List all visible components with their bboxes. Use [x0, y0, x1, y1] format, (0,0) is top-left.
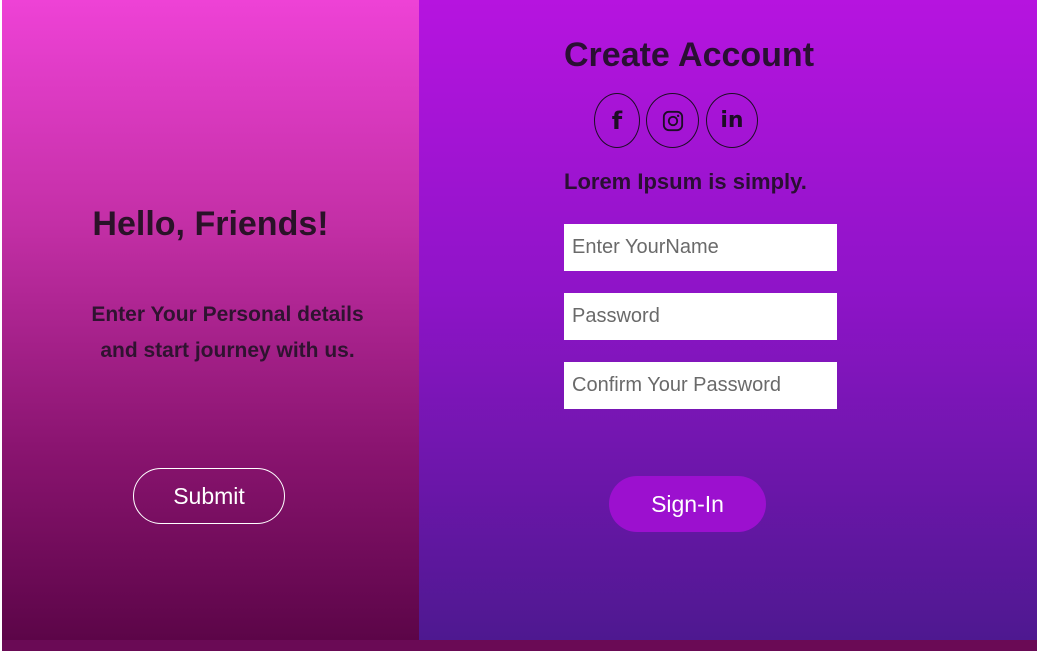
linkedin-icon: in — [720, 108, 744, 133]
name-input[interactable] — [564, 224, 837, 271]
welcome-text-line-1: Enter Your Personal details — [91, 303, 364, 326]
instagram-button[interactable] — [646, 93, 699, 148]
sign-in-button[interactable]: Sign-In — [609, 476, 766, 532]
welcome-title: Hello, Friends! — [92, 205, 329, 243]
facebook-icon: f — [611, 106, 623, 135]
welcome-panel: Hello, Friends! Enter Your Personal deta… — [2, 0, 419, 640]
submit-button[interactable]: Submit — [133, 468, 285, 524]
linkedin-button[interactable]: in — [706, 93, 758, 148]
welcome-text: Enter Your Personal details and start jo… — [54, 297, 401, 369]
create-account-title: Create Account — [564, 36, 815, 74]
password-input[interactable] — [564, 293, 837, 340]
welcome-text-line-2: and start journey with us. — [100, 339, 355, 362]
instagram-icon — [662, 110, 683, 131]
facebook-button[interactable]: f — [594, 93, 640, 148]
page-frame: Hello, Friends! Enter Your Personal deta… — [2, 0, 1037, 651]
signup-subtext: Lorem Ipsum is simply. — [564, 169, 807, 194]
confirm-password-input[interactable] — [564, 362, 837, 409]
